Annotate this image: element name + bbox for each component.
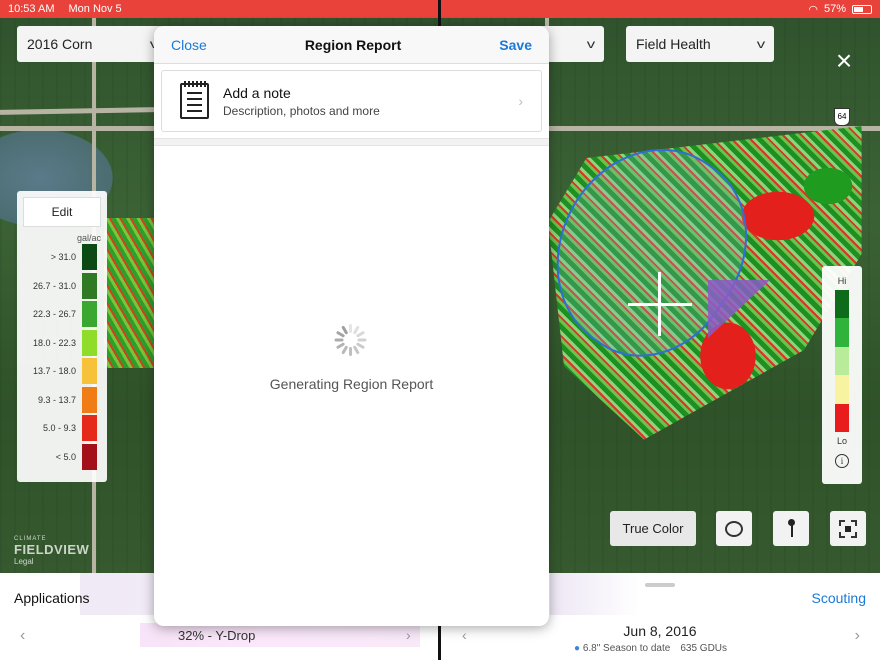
legend-row: > 31.0 [17,243,107,272]
loading-spinner-icon [334,324,367,356]
region-frame-button[interactable] [830,511,866,546]
region-report-modal: Close Region Report Save Add a note Desc… [154,26,549,626]
health-color-segment [835,375,849,404]
legend-swatch [82,329,97,356]
modal-title: Region Report [304,36,402,53]
legend-row: 18.0 - 22.3 [17,329,107,358]
legend-row-label: > 31.0 [50,252,76,263]
status-right: ◠ 57% [808,3,872,16]
legend-row: 5.0 - 9.3 [17,414,107,443]
loading-text: Generating Region Report [269,376,434,392]
legend-row: 22.3 - 26.7 [17,300,107,329]
season-crop-dropdown[interactable]: 2016 Corn v [17,26,167,62]
legend-row-label: < 5.0 [55,451,76,462]
field-left-applications [104,218,154,368]
legal-link[interactable]: Legal [14,557,89,566]
add-note-subtitle: Description, photos and more [223,103,380,118]
legend-row-label: 18.0 - 22.3 [32,337,76,348]
modal-header: Close Region Report Save [154,26,549,64]
close-icon[interactable]: × [830,47,858,76]
chevron-down-icon: v [586,37,596,51]
legend-row-label: 26.7 - 31.0 [32,280,76,291]
season-rain: 6.8" Season to date [582,643,671,654]
lasso-icon [725,520,743,537]
next-arrow-icon-right[interactable]: › [855,627,860,645]
legend-row-label: 13.7 - 18.0 [32,366,76,377]
health-color-segment [835,290,849,319]
legend-row: 13.7 - 18.0 [17,357,107,386]
add-note-title: Add a note [223,84,291,101]
crosshair-icon-vertical [658,272,661,336]
legend-hi-label: Hi [837,276,847,286]
legend-rows: > 31.0 26.7 - 31.0 22.3 - 26.7 18.0 - 22.3 1… [17,243,107,471]
fieldview-logo: CLIMATE FIELDVIEW Legal [14,536,89,566]
battery-icon [852,4,872,14]
legend-row: < 5.0 [17,443,107,472]
legend-row: 26.7 - 31.0 [17,272,107,301]
bottom-stripe-right [550,573,640,615]
layer-dropdown[interactable]: Field Health v [626,26,774,62]
gdu-count: 635 GDUs [680,643,728,654]
previous-arrow-icon-right[interactable]: ‹ [462,627,467,643]
chevron-right-icon: › [518,93,523,109]
health-color-segment [835,403,849,433]
previous-arrow-icon[interactable]: ‹ [20,627,25,645]
layer-summary[interactable]: 32% - Y-Drop [140,623,420,647]
legend-swatch [82,301,97,328]
add-note-row[interactable]: Add a note Description, photos and more … [161,70,542,132]
status-date: Mon Nov 5 [68,3,122,15]
legend-lo-label: Lo [836,436,847,446]
notepad-icon [180,81,209,119]
raindrop-icon: ● [574,643,581,654]
chevron-down-icon: v [756,37,766,51]
health-legend: Hi Lo i [822,266,862,484]
brand-big: FIELDVIEW [14,542,90,557]
status-time: 10:53 AM [8,3,55,15]
info-icon[interactable]: i [835,454,849,468]
layer-summary-label: 32% - Y-Drop [178,627,256,643]
lasso-button[interactable] [716,511,752,546]
wifi-icon: ◠ [808,3,818,16]
legend-row-label: 9.3 - 13.7 [37,394,76,405]
true-color-button[interactable]: True Color [610,511,696,546]
applications-tab[interactable]: Applications [14,590,90,606]
legend-row: 9.3 - 13.7 [17,386,107,415]
image-date: Jun 8, 2016 [623,623,697,639]
legend-swatch [82,443,97,470]
pin-icon [786,518,796,539]
legend-swatch [82,272,97,299]
season-stats: ● 6.8" Season to date 635 GDUs [574,643,727,654]
section-separator [154,138,549,146]
legend-row-label: 22.3 - 26.7 [32,309,76,320]
legend-edit-button[interactable]: Edit [23,197,101,227]
legend-row-label: 5.0 - 9.3 [42,423,76,434]
close-button[interactable]: Close [171,37,207,53]
season-crop-label: 2016 Corn [27,36,93,52]
legend-swatch [82,244,97,271]
legend-swatch [82,358,97,385]
legend-unit: gal/ac [76,233,101,243]
legend-swatch [82,415,97,442]
legend-swatch [82,386,97,413]
next-arrow-icon[interactable]: › [406,627,411,643]
battery-percent: 57% [823,3,846,15]
rate-legend: Edit gal/ac > 31.0 26.7 - 31.0 22.3 - 26.7… [17,191,107,482]
health-color-segment [835,318,849,347]
health-color-segment [835,346,849,376]
road-sign-icon: 64 [834,108,850,126]
frame-icon [839,519,857,538]
pin-button[interactable] [773,511,809,546]
scouting-tab[interactable]: Scouting [812,590,866,606]
health-color-bar [835,290,849,433]
save-button[interactable]: Save [499,37,532,53]
layer-dropdown-label: Field Health [636,36,711,52]
drawer-handle[interactable] [645,583,675,587]
